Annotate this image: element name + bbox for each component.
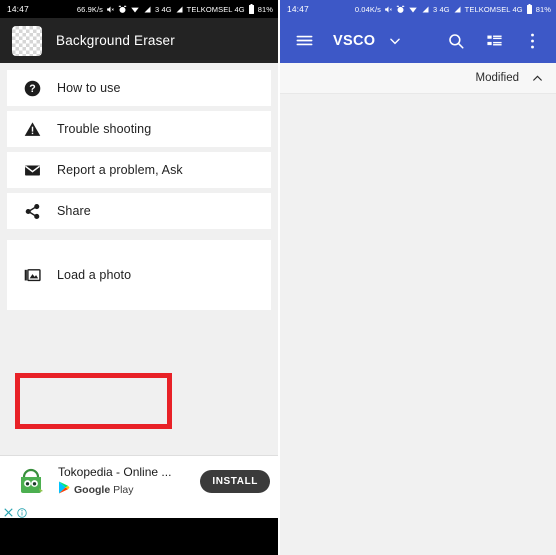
- load-a-photo-highlight-box: [15, 373, 172, 429]
- left-status-bar: 14:47 66.9K/s 3 4G TELKOMSEL 4G 81%: [0, 0, 278, 18]
- install-button[interactable]: INSTALL: [200, 470, 270, 493]
- file-grid-area: [280, 94, 556, 555]
- battery-icon: [526, 4, 533, 14]
- right-phone-screen: 14:47 0.04K/s 3 4G TELKOMSEL 4G 81% VSCO…: [278, 0, 556, 555]
- ad-store-row: Google Play: [58, 481, 188, 499]
- sort-bar[interactable]: Modified: [280, 63, 556, 94]
- dual-screenshot-container: 14:47 66.9K/s 3 4G TELKOMSEL 4G 81% Back…: [0, 0, 556, 555]
- google-play-label: Google Play: [74, 484, 134, 496]
- list-view-icon[interactable]: [482, 29, 506, 53]
- alarm-clock-icon: [118, 5, 127, 14]
- menu-item-label: Report a problem, Ask: [57, 163, 183, 177]
- left-bottom-black-area: [0, 518, 278, 555]
- google-play-icon: [58, 481, 70, 499]
- envelope-icon: [23, 161, 41, 179]
- menu-item-label: How to use: [57, 81, 121, 95]
- share-icon: [23, 202, 41, 220]
- menu-item-label: Share: [57, 204, 91, 218]
- tokopedia-logo-icon: [16, 467, 46, 497]
- mobile-data-label: 3 4G: [154, 4, 172, 14]
- menu-item-load-a-photo-card[interactable]: Load a photo: [7, 240, 271, 310]
- carrier-label: TELKOMSEL 4G: [464, 4, 523, 14]
- checkerboard-app-icon: [12, 25, 42, 56]
- folder-title[interactable]: VSCO: [333, 33, 375, 49]
- carrier-label: TELKOMSEL 4G: [186, 4, 245, 14]
- ad-text-block: Tokopedia - Online ... Google Play: [58, 465, 188, 499]
- google-play-light: Play: [110, 483, 134, 496]
- ad-footer-controls: [0, 507, 278, 518]
- wifi-icon: [130, 5, 140, 14]
- background-eraser-appbar: Background Eraser: [0, 18, 278, 63]
- vsco-appbar: VSCO: [280, 18, 556, 63]
- ad-banner-row: Tokopedia - Online ... Google Play INSTA…: [0, 456, 278, 507]
- status-icons-group: 66.9K/s 3 4G TELKOMSEL 4G 81%: [77, 4, 273, 14]
- ad-banner[interactable]: Tokopedia - Online ... Google Play INSTA…: [0, 455, 278, 518]
- info-circle-icon[interactable]: [17, 507, 27, 518]
- menu-item-trouble-shooting[interactable]: Trouble shooting: [7, 111, 271, 147]
- warning-triangle-icon: [23, 120, 41, 138]
- menu-item-how-to-use[interactable]: ? How to use: [7, 70, 271, 106]
- photo-library-icon: [23, 266, 41, 284]
- sort-label: Modified: [475, 72, 519, 84]
- left-menu-body: ? How to use Trouble shooting Report a p…: [0, 63, 278, 518]
- wifi-icon: [408, 5, 418, 14]
- appbar-actions: [444, 29, 544, 53]
- right-status-bar: 14:47 0.04K/s 3 4G TELKOMSEL 4G 81%: [280, 0, 556, 18]
- network-speed-label: 0.04K/s: [354, 4, 381, 14]
- signal-bars-icon-2: [453, 5, 462, 14]
- help-circle-icon: ?: [23, 79, 41, 97]
- battery-icon: [248, 4, 255, 14]
- google-play-bold: Google: [74, 483, 111, 496]
- chevron-down-icon[interactable]: [383, 29, 407, 53]
- signal-bars-icon-2: [175, 5, 184, 14]
- mobile-data-label: 3 4G: [432, 4, 450, 14]
- menu-item-label: Load a photo: [57, 268, 132, 282]
- battery-level-label: 81%: [257, 4, 273, 14]
- network-speed-label: 66.9K/s: [76, 4, 103, 14]
- close-x-icon[interactable]: [4, 508, 13, 517]
- chevron-up-icon[interactable]: [531, 72, 544, 85]
- mute-speaker-icon: [384, 5, 393, 14]
- menu-item-share[interactable]: Share: [7, 193, 271, 229]
- menu-item-label: Trouble shooting: [57, 122, 152, 136]
- status-icons-group: 0.04K/s 3 4G TELKOMSEL 4G 81%: [355, 4, 551, 14]
- more-vertical-icon[interactable]: [520, 29, 544, 53]
- app-title: Background Eraser: [56, 33, 175, 48]
- signal-bars-icon: [421, 5, 430, 14]
- battery-level-label: 81%: [535, 4, 551, 14]
- menu-item-report-a-problem[interactable]: Report a problem, Ask: [7, 152, 271, 188]
- ad-title: Tokopedia - Online ...: [58, 464, 172, 479]
- status-time: 14:47: [7, 4, 29, 14]
- hamburger-menu-icon[interactable]: [292, 29, 316, 53]
- mute-speaker-icon: [106, 5, 115, 14]
- search-icon[interactable]: [444, 29, 468, 53]
- alarm-clock-icon: [396, 5, 405, 14]
- left-phone-screen: 14:47 66.9K/s 3 4G TELKOMSEL 4G 81% Back…: [0, 0, 278, 555]
- status-time: 14:47: [287, 4, 309, 14]
- signal-bars-icon: [143, 5, 152, 14]
- svg-text:?: ?: [29, 83, 35, 95]
